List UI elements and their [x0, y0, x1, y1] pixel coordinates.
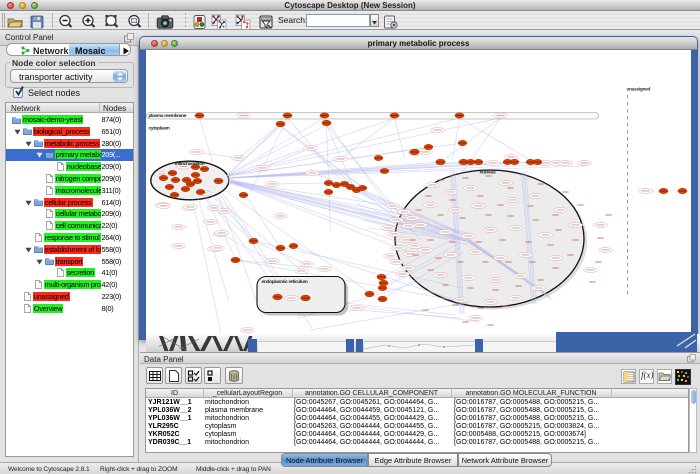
svg-text:endoplasmic reticulum: endoplasmic reticulum [261, 279, 307, 285]
svg-text:nucleus: nucleus [479, 170, 496, 176]
svg-text:cytoplasm: cytoplasm [148, 126, 169, 132]
svg-text:mitochondrion: mitochondrion [174, 161, 204, 167]
svg-text:unassigned: unassigned [626, 87, 650, 93]
svg-text:plasma membrane: plasma membrane [148, 113, 186, 119]
